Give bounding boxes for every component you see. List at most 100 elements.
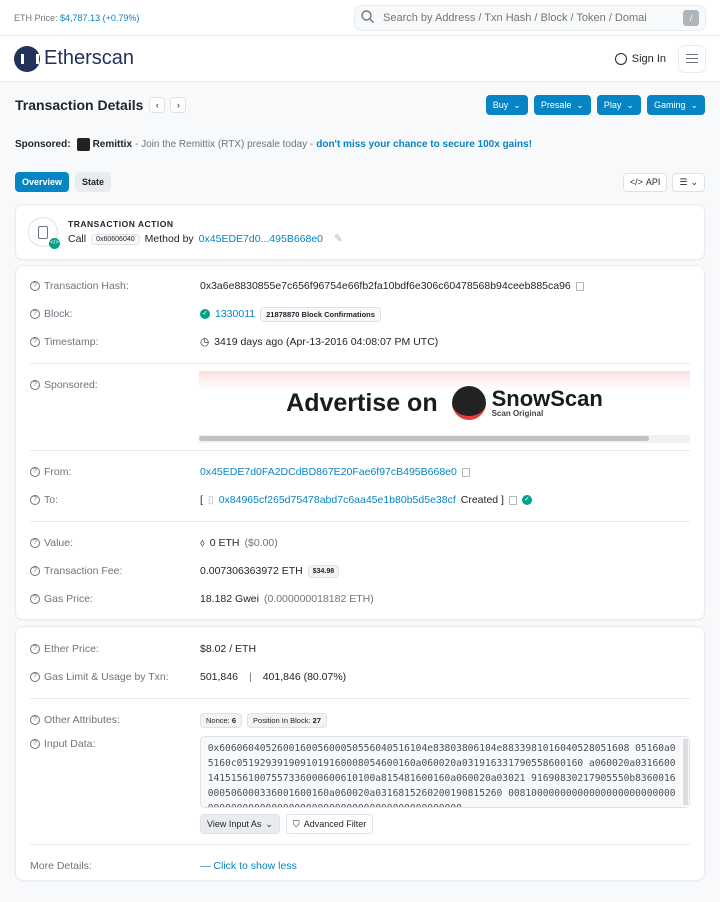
other-attributes-row: ? Other Attributes: Nonce: 6 Position In … [30, 706, 690, 734]
help-icon[interactable]: ? [30, 337, 40, 347]
tx-hash: 0x3a6e8830855e7c656f96754e66fb2fa10bdf6e… [200, 280, 571, 292]
file-icon: ▯ [207, 494, 214, 506]
to-row: ? To: [▯ 0x84965cf265d75478abd7c6aa45e1b80… [30, 486, 690, 514]
sign-in-label: Sign In [631, 52, 666, 65]
copy-icon[interactable] [575, 281, 584, 291]
method-id-badge: 0x60606040 [91, 233, 140, 245]
buy-dropdown-button[interactable]: Buy ⌄ [485, 95, 528, 115]
position-badge: Position In Block: 27 [247, 712, 327, 728]
help-icon[interactable]: ? [30, 281, 40, 291]
help-icon[interactable]: ? [30, 594, 40, 604]
copy-icon[interactable] [508, 495, 517, 505]
value-usd: ($0.00) [244, 537, 278, 549]
block-link[interactable]: 1330011 [215, 308, 255, 320]
ether-price-row: ? Ether Price: $8.02 / ETH [30, 635, 690, 663]
play-dropdown-button[interactable]: Play ⌄ [596, 95, 641, 115]
advertisement-banner[interactable]: Advertise on SnowScan Scan Original [199, 371, 690, 443]
remittix-logo-icon [76, 137, 90, 151]
search-input[interactable] [383, 11, 683, 24]
gas-price-gwei: 18.182 Gwei [200, 593, 259, 605]
fee-eth: 0.007306363972 ETH [200, 565, 303, 577]
tab-state[interactable]: State [75, 172, 112, 192]
verified-check-icon: ✓ [521, 495, 532, 505]
hamburger-menu-button[interactable] [678, 44, 706, 73]
input-data-row: ? Input Data: 0x6060604052600160056000505… [30, 736, 690, 808]
check-circle-icon: ✓ [200, 309, 210, 319]
ad-headline: Advertise on [286, 388, 438, 417]
promo-buttons: Buy ⌄ Presale ⌄ Play ⌄ Gaming ⌄ [485, 95, 705, 115]
from-row: ? From: 0x45EDE7d0FA2DCdBD867E20Fae6f97cB… [30, 458, 690, 486]
api-button[interactable]: </> API [622, 172, 668, 192]
page-title: Transaction Details [15, 97, 144, 113]
help-icon[interactable]: ? [30, 739, 40, 749]
ad-brand: SnowScan [491, 385, 603, 411]
eth-price-label: ETH Price: [14, 12, 58, 23]
etherscan-logo-icon[interactable] [14, 45, 40, 72]
gas-price-row: ? Gas Price: 18.182 Gwei (0.000000018182 E… [30, 585, 690, 613]
chevron-down-icon: ⌄ [626, 99, 634, 110]
clock-icon: ◷ [200, 336, 210, 348]
logo-text[interactable]: Etherscan [44, 47, 134, 70]
help-icon[interactable]: ? [30, 715, 40, 725]
timestamp-value: 3419 days ago (Apr-13-2016 04:08:07 PM U… [214, 336, 439, 348]
help-icon[interactable]: ? [30, 672, 40, 682]
fee-usd-badge: $34.98 [307, 564, 340, 578]
gas-limit: 501,846 [200, 671, 238, 683]
ad-scrollbar[interactable] [199, 435, 690, 443]
view-input-as-button[interactable]: View Input As ⌄ [200, 814, 280, 834]
copy-icon[interactable] [461, 467, 470, 477]
presale-dropdown-button[interactable]: Presale ⌄ [533, 95, 591, 115]
eth-price-value[interactable]: $4,787.13 (+0.79%) [60, 13, 139, 23]
pencil-icon[interactable]: ✎ [334, 233, 343, 245]
hash-row: ? Transaction Hash: 0x3a6e8830855e7c656f9… [30, 272, 690, 300]
list-icon: ☰ [679, 176, 688, 187]
help-icon[interactable]: ? [30, 380, 40, 390]
more-details-row: More Details: — Click to show less [30, 860, 297, 872]
help-icon[interactable]: ? [30, 309, 40, 319]
sponsor-link[interactable]: don't miss your chance to secure 100x ga… [316, 139, 532, 150]
ether-price-value: $8.02 / ETH [200, 643, 257, 655]
gas-limit-row: ? Gas Limit & Usage by Txn: 501,846 | 401,8… [30, 663, 690, 691]
value-row: ? Value: ⬨ 0 ETH ($0.00) [30, 529, 690, 557]
next-tx-button[interactable]: › [170, 97, 187, 113]
top-bar: ETH Price: $4,787.13 (+0.79%) / [0, 0, 720, 36]
nonce-badge: Nonce: 6 [200, 712, 243, 728]
transaction-action-card: </> TRANSACTION ACTION Call 0x60606040 M… [15, 204, 705, 260]
help-icon[interactable]: ? [30, 538, 40, 548]
from-address-link[interactable]: 0x45EDE7d0FA2DCdBD867E20Fae6f97cB495B668… [200, 466, 457, 478]
block-row: ? Block: ✓ 1330011 21878870 Block Confirmat… [30, 300, 690, 328]
to-contract-link[interactable]: 0x84965cf265d75478abd7c6aa45e1b80b5d5e38… [219, 494, 456, 506]
chevron-down-icon: ⌄ [690, 99, 698, 110]
sign-in-link[interactable]: Sign In [614, 52, 666, 65]
filter-icon: ⛉ [292, 818, 300, 829]
user-circle-icon [614, 52, 627, 65]
sponsor-brand[interactable]: Remittix [93, 139, 132, 150]
title-bar: Transaction Details ‹ › Buy ⌄ Presale ⌄ Pl… [0, 82, 720, 128]
help-icon[interactable]: ? [30, 644, 40, 654]
previous-tx-button[interactable]: ‹ [149, 97, 166, 113]
confirmations-badge: 21878870 Block Confirmations [260, 306, 381, 322]
gaming-dropdown-button[interactable]: Gaming ⌄ [646, 95, 705, 115]
help-icon[interactable]: ? [30, 467, 40, 477]
created-label: Created ] [460, 494, 504, 506]
search-shortcut-badge: / [683, 9, 699, 26]
tab-overview[interactable]: Overview [15, 172, 70, 192]
help-icon[interactable]: ? [30, 495, 40, 505]
ad-row: ? Sponsored: Advertise on SnowScan Scan Or… [30, 371, 690, 443]
input-data-textarea[interactable]: 0x606060405260016005600050556040516104e8… [199, 736, 690, 808]
chevron-down-icon: ⌄ [576, 99, 584, 110]
options-dropdown-button[interactable]: ☰ ⌄ [672, 172, 705, 192]
search-box[interactable]: / [354, 4, 706, 31]
chevron-down-icon: ⌄ [265, 818, 273, 829]
more-details-card: ? Ether Price: $8.02 / ETH ? Gas Limit & U… [15, 626, 705, 881]
show-less-link[interactable]: — Click to show less [200, 860, 297, 872]
chevron-down-icon: ⌄ [690, 176, 698, 187]
transaction-details-card: ? Transaction Hash: 0x3a6e8830855e7c656f9… [15, 265, 705, 620]
help-icon[interactable]: ? [30, 566, 40, 576]
advanced-filter-button[interactable]: ⛉ Advanced Filter [285, 814, 374, 834]
chevron-down-icon: ⌄ [513, 99, 521, 110]
sponsored-banner: Sponsored: Remittix - Join the Remittix … [0, 128, 720, 160]
action-address-link[interactable]: 0x45EDE7d0...495B668e0 [199, 233, 323, 245]
gas-price-eth: (0.000000018182 ETH) [263, 593, 374, 605]
timestamp-row: ? Timestamp: ◷ 3419 days ago (Apr-13-2016 … [30, 328, 690, 356]
